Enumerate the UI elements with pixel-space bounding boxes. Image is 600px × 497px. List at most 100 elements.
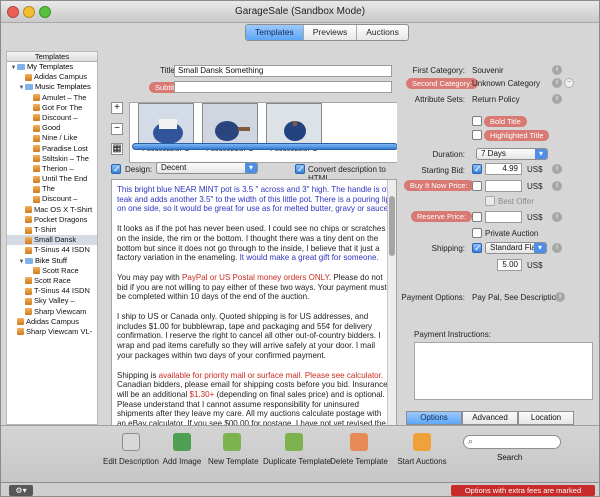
sidebar-item[interactable]: Until The End [7, 174, 97, 184]
tab-templates[interactable]: Templates [246, 25, 304, 40]
scrollbar-thumb[interactable] [389, 196, 395, 256]
tab-location[interactable]: Location [518, 411, 574, 425]
disclosure-triangle-icon[interactable]: ▼ [18, 83, 25, 92]
sidebar-item-label: Good [42, 123, 61, 133]
description-paragraph: It looks as if the pot has never been us… [117, 224, 392, 263]
search-icon: ⌕ [468, 436, 474, 446]
delete-template-icon [350, 433, 368, 451]
duplicate-template-button[interactable]: Duplicate Template [263, 433, 331, 466]
sidebar-item-label: My Templates [27, 62, 74, 71]
buy-it-now-info-icon[interactable]: i [552, 181, 562, 191]
sidebar-item[interactable]: Got For The [7, 103, 97, 113]
bold-title-checkbox[interactable] [472, 116, 482, 126]
search-input[interactable]: ⌕ [463, 435, 561, 449]
highlighted-title-checkbox[interactable] [472, 130, 482, 140]
add-image-button[interactable]: Add Image [158, 433, 206, 466]
sidebar-item[interactable]: Scott Race [7, 266, 97, 276]
description-paragraph: You may pay with PayPal or US Postal mon… [117, 273, 392, 302]
starting-bid-field[interactable]: 4.99 [485, 163, 522, 175]
shipping-select[interactable]: Standard Flat R [485, 242, 547, 254]
remove-category-icon[interactable]: − [564, 78, 574, 88]
subtitle-field[interactable] [174, 81, 392, 93]
action-menu-button[interactable]: ⚙▾ [9, 485, 33, 496]
reserve-price-checkbox[interactable] [472, 212, 482, 222]
description-text-run: available for priority mail or surface m… [158, 370, 384, 380]
buy-it-now-currency: US$ [527, 182, 543, 191]
sidebar-item[interactable]: T-Sinus 44 ISDN [7, 286, 97, 296]
sidebar-item[interactable]: Scott Race [7, 276, 97, 286]
convert-html-checkbox[interactable] [295, 164, 305, 175]
shipping-cost-currency: US$ [527, 261, 543, 270]
new-template-button[interactable]: New Template [208, 433, 259, 466]
buy-it-now-field[interactable] [485, 180, 522, 192]
sidebar-item[interactable]: Sky Valley – [7, 296, 97, 306]
shipping-cost-field[interactable]: 5.00 [497, 259, 522, 271]
sidebar-item[interactable]: T-Shirt [7, 225, 97, 235]
buy-it-now-checkbox[interactable] [472, 181, 482, 191]
template-icon [33, 134, 40, 142]
sidebar-item[interactable]: Adidas Campus [7, 317, 97, 327]
tab-previews[interactable]: Previews [304, 25, 358, 40]
sidebar-item[interactable]: Mac OS X T-Shirt [7, 205, 97, 215]
starting-bid-checkbox[interactable] [472, 164, 482, 175]
image-view-toggle[interactable]: ▦ [111, 143, 123, 155]
shipping-info-icon[interactable]: i [552, 243, 562, 253]
edit-description-icon [122, 433, 140, 451]
folder-icon [25, 84, 33, 91]
sidebar-item-label: Mac OS X T-Shirt [34, 204, 93, 214]
sidebar-item-label: Therion – [42, 163, 74, 173]
sidebar-item[interactable]: Sharp Viewcam [7, 307, 97, 317]
sidebar-item[interactable]: Therion – [7, 164, 97, 174]
sidebar-item[interactable]: Small Dansk [7, 235, 97, 246]
payment-instructions-field[interactable] [414, 342, 593, 400]
sidebar-item[interactable]: Discount – [7, 113, 97, 123]
sidebar-item[interactable]: Good [7, 123, 97, 133]
tab-advanced[interactable]: Advanced [462, 411, 518, 425]
duration-select[interactable]: 7 Days [476, 148, 548, 160]
sidebar-item[interactable]: Pocket Dragons [7, 215, 97, 225]
shipping-checkbox[interactable] [472, 243, 482, 254]
image-size-slider[interactable] [132, 143, 398, 150]
remove-image-button[interactable]: − [111, 123, 123, 135]
sidebar-item[interactable]: Adidas Campus [7, 72, 97, 82]
settings-tabs: Options Advanced Location [397, 411, 599, 425]
add-image-label: Add Image [162, 457, 202, 466]
sidebar-item[interactable]: Paradise Lost [7, 144, 97, 154]
add-image-plus-button[interactable]: + [111, 102, 123, 114]
starting-bid-info-icon[interactable]: i [552, 164, 562, 174]
reserve-price-field[interactable] [485, 211, 522, 223]
sidebar-item[interactable]: T-Sinus 44 ISDN [7, 245, 97, 255]
sidebar-item[interactable]: The [7, 184, 97, 194]
delete-template-button[interactable]: Delete Template [330, 433, 388, 466]
sidebar-item[interactable]: ▼ Bike Stuff [7, 256, 97, 266]
attribute-sets-info-icon[interactable]: i [552, 94, 562, 104]
design-checkbox[interactable] [111, 164, 121, 175]
design-select[interactable]: Decent [156, 162, 258, 174]
reserve-price-info-icon[interactable]: i [552, 212, 562, 222]
disclosure-triangle-icon[interactable]: ▼ [18, 257, 25, 266]
disclosure-triangle-icon[interactable]: ▼ [10, 63, 17, 72]
tab-auctions[interactable]: Auctions [357, 25, 408, 40]
best-offer-checkbox[interactable] [485, 196, 495, 206]
private-auction-checkbox[interactable] [472, 228, 482, 238]
sidebar-item[interactable]: Sharp Viewcam VL- [7, 327, 97, 337]
sidebar-item[interactable]: Nine / Like [7, 133, 97, 143]
sidebar-item[interactable]: Amulet – The [7, 93, 97, 103]
sidebar-item[interactable]: Stiltskin – The [7, 154, 97, 164]
sidebar-item-label: Discount – [42, 112, 78, 122]
sidebar-item[interactable]: ▼ My Templates [7, 62, 97, 72]
bottom-toolbar: Edit Description Add Image New Template … [1, 425, 599, 482]
first-category-info-icon[interactable]: i [552, 65, 562, 75]
description-text-run: $1.30+ [189, 389, 215, 399]
second-category-info-icon[interactable]: i [552, 78, 562, 88]
sidebar-item[interactable]: Discount – [7, 194, 97, 204]
sidebar-item[interactable]: ▼ Music Templates [7, 82, 97, 92]
tab-options[interactable]: Options [406, 411, 462, 425]
template-icon [33, 155, 40, 163]
description-text: This bright blue NEAR MINT pot is 3.5 " … [117, 185, 392, 438]
title-field[interactable]: Small Dansk Something [174, 65, 392, 77]
start-auctions-button[interactable]: Start Auctions [396, 433, 448, 466]
payment-options-info-icon[interactable]: i [555, 292, 565, 302]
template-icon [25, 287, 32, 295]
edit-description-button[interactable]: Edit Description [100, 433, 162, 466]
